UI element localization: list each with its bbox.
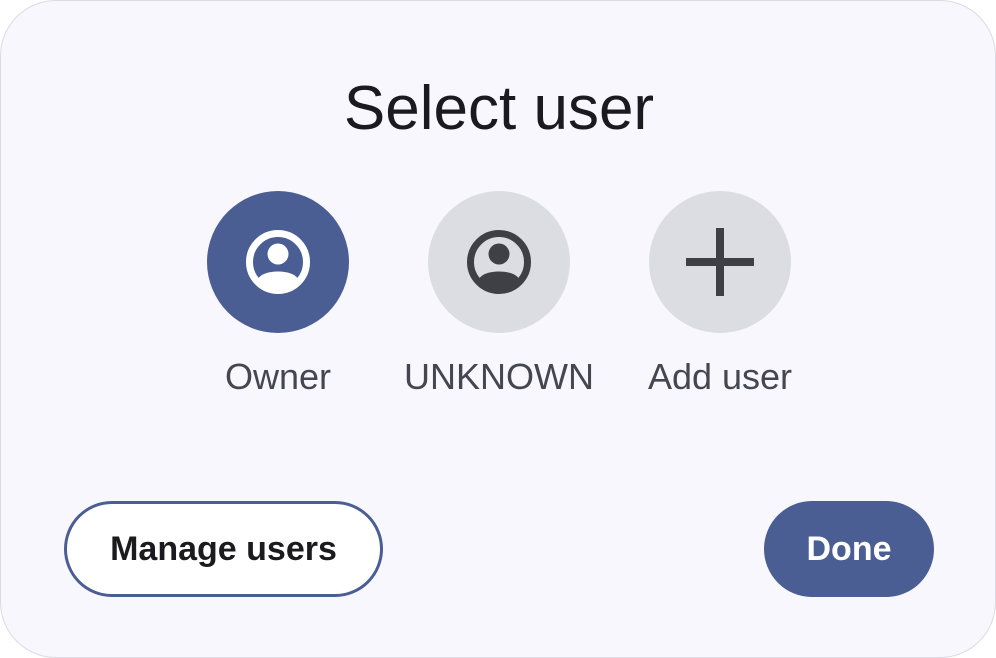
done-button[interactable]: Done — [764, 501, 934, 597]
unknown-label: UNKNOWN — [404, 356, 594, 397]
account-circle-icon — [246, 230, 310, 294]
plus-icon — [686, 228, 754, 296]
user-tile-add-user[interactable]: Add user — [620, 191, 820, 411]
unknown-avatar[interactable] — [428, 191, 570, 333]
add-user-label: Add user — [647, 356, 793, 397]
user-tile-unknown[interactable]: UNKNOWN — [399, 191, 599, 411]
owner-label: Owner — [224, 356, 332, 397]
user-tile-owner[interactable]: Owner — [178, 191, 378, 411]
account-circle-icon — [467, 230, 531, 294]
owner-avatar[interactable] — [207, 191, 349, 333]
dialog-title: Select user — [343, 74, 655, 143]
manage-users-button[interactable]: Manage users — [64, 501, 383, 597]
select-user-dialog: Select user Owner UNKNOWN Add user Manag… — [0, 0, 996, 658]
add-user-avatar[interactable] — [649, 191, 791, 333]
